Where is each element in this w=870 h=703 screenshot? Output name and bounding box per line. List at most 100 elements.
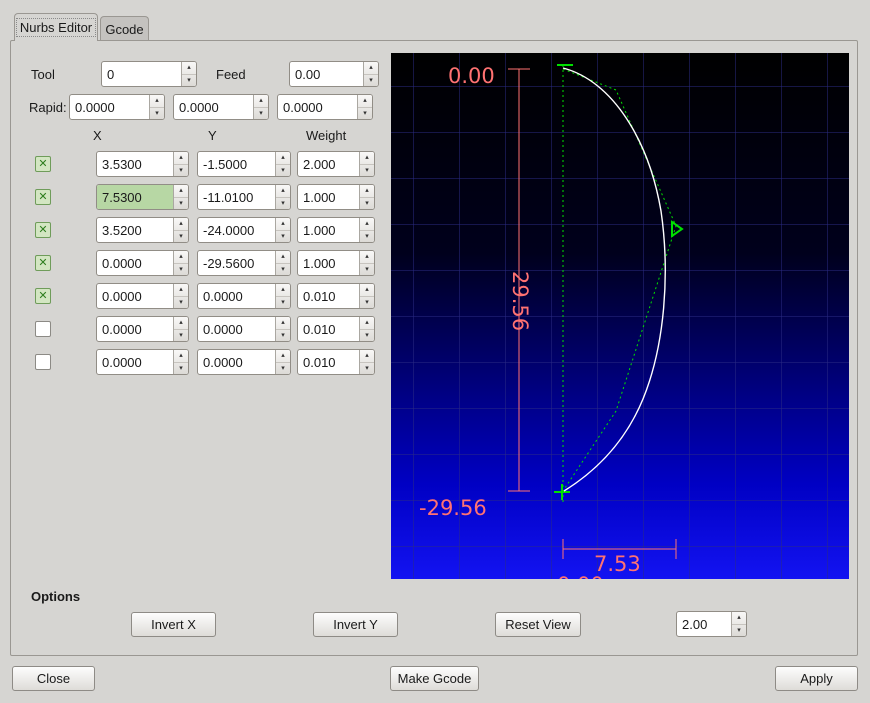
spin-up-icon[interactable]: ▴ xyxy=(174,350,188,363)
point-enable-checkbox[interactable]: ✕ xyxy=(35,321,51,337)
spin-down-icon[interactable]: ▾ xyxy=(254,108,268,120)
point-enable-checkbox[interactable]: ✕ xyxy=(35,354,51,370)
point-y-spinbox[interactable]: -11.0100 ▴ ▾ xyxy=(197,184,291,210)
spin-up-icon[interactable]: ▴ xyxy=(174,152,188,165)
spin-up-icon[interactable]: ▴ xyxy=(182,62,196,75)
point-weight-spinbox[interactable]: 0.010 ▴ ▾ xyxy=(297,349,375,375)
point-weight-value[interactable]: 1.000 xyxy=(298,251,359,275)
spin-down-icon[interactable]: ▾ xyxy=(358,108,372,120)
spin-up-icon[interactable]: ▴ xyxy=(276,284,290,297)
spin-down-icon[interactable]: ▾ xyxy=(276,198,290,210)
point-y-value[interactable]: -24.0000 xyxy=(198,218,275,242)
preview-canvas[interactable]: 0.00 29.56 -29.56 7.53 0.00 xyxy=(391,53,849,597)
spin-up-icon[interactable]: ▴ xyxy=(276,218,290,231)
point-y-value[interactable]: -11.0100 xyxy=(198,185,275,209)
spin-down-icon[interactable]: ▾ xyxy=(364,75,378,87)
point-x-spinbox[interactable]: 0.0000 ▴ ▾ xyxy=(96,316,189,342)
spin-down-icon[interactable]: ▾ xyxy=(174,198,188,210)
spin-up-icon[interactable]: ▴ xyxy=(174,185,188,198)
spin-down-icon[interactable]: ▾ xyxy=(276,363,290,375)
spin-down-icon[interactable]: ▾ xyxy=(732,625,746,637)
point-enable-checkbox[interactable]: ✕ xyxy=(35,189,51,205)
spin-up-icon[interactable]: ▴ xyxy=(174,251,188,264)
point-y-value[interactable]: -1.5000 xyxy=(198,152,275,176)
point-weight-value[interactable]: 0.010 xyxy=(298,350,359,374)
point-enable-checkbox[interactable]: ✕ xyxy=(35,288,51,304)
point-weight-value[interactable]: 0.010 xyxy=(298,284,359,308)
feed-value[interactable]: 0.00 xyxy=(290,62,363,86)
point-weight-spinbox[interactable]: 0.010 ▴ ▾ xyxy=(297,283,375,309)
spin-down-icon[interactable]: ▾ xyxy=(276,264,290,276)
invert-y-button[interactable]: Invert Y xyxy=(313,612,398,637)
close-button[interactable]: Close xyxy=(12,666,95,691)
point-y-value[interactable]: 0.0000 xyxy=(198,284,275,308)
point-weight-spinbox[interactable]: 1.000 ▴ ▾ xyxy=(297,217,375,243)
point-x-value[interactable]: 7.5300 xyxy=(97,185,173,209)
spin-down-icon[interactable]: ▾ xyxy=(174,363,188,375)
point-y-value[interactable]: -29.5600 xyxy=(198,251,275,275)
spin-up-icon[interactable]: ▴ xyxy=(276,185,290,198)
spin-up-icon[interactable]: ▴ xyxy=(360,251,374,264)
point-y-spinbox[interactable]: 0.0000 ▴ ▾ xyxy=(197,283,291,309)
spin-down-icon[interactable]: ▾ xyxy=(360,198,374,210)
spin-down-icon[interactable]: ▾ xyxy=(360,264,374,276)
point-x-value[interactable]: 0.0000 xyxy=(97,350,173,374)
point-y-spinbox[interactable]: -24.0000 ▴ ▾ xyxy=(197,217,291,243)
point-x-spinbox[interactable]: 3.5300 ▴ ▾ xyxy=(96,151,189,177)
spin-up-icon[interactable]: ▴ xyxy=(360,284,374,297)
spin-down-icon[interactable]: ▾ xyxy=(174,264,188,276)
spin-down-icon[interactable]: ▾ xyxy=(360,330,374,342)
spin-down-icon[interactable]: ▾ xyxy=(174,165,188,177)
point-weight-value[interactable]: 2.000 xyxy=(298,152,359,176)
spin-down-icon[interactable]: ▾ xyxy=(360,297,374,309)
spin-down-icon[interactable]: ▾ xyxy=(276,231,290,243)
point-weight-value[interactable]: 1.000 xyxy=(298,185,359,209)
point-weight-spinbox[interactable]: 1.000 ▴ ▾ xyxy=(297,250,375,276)
spin-up-icon[interactable]: ▴ xyxy=(360,350,374,363)
spin-down-icon[interactable]: ▾ xyxy=(276,165,290,177)
apply-button[interactable]: Apply xyxy=(775,666,858,691)
point-y-spinbox[interactable]: 0.0000 ▴ ▾ xyxy=(197,316,291,342)
point-x-spinbox[interactable]: 0.0000 ▴ ▾ xyxy=(96,250,189,276)
spin-up-icon[interactable]: ▴ xyxy=(360,152,374,165)
spin-up-icon[interactable]: ▴ xyxy=(174,284,188,297)
tab-nurbs-editor[interactable]: Nurbs Editor xyxy=(14,13,98,41)
spin-down-icon[interactable]: ▾ xyxy=(276,297,290,309)
spin-up-icon[interactable]: ▴ xyxy=(254,95,268,108)
make-gcode-button[interactable]: Make Gcode xyxy=(390,666,479,691)
spin-up-icon[interactable]: ▴ xyxy=(276,251,290,264)
scale-value[interactable]: 2.00 xyxy=(677,612,731,636)
point-enable-checkbox[interactable]: ✕ xyxy=(35,156,51,172)
spin-down-icon[interactable]: ▾ xyxy=(174,330,188,342)
point-enable-checkbox[interactable]: ✕ xyxy=(35,222,51,238)
rapid-z-spinbox[interactable]: 0.0000 ▴ ▾ xyxy=(277,94,373,120)
scale-spinbox[interactable]: 2.00 ▴ ▾ xyxy=(676,611,747,637)
point-y-spinbox[interactable]: -29.5600 ▴ ▾ xyxy=(197,250,291,276)
spin-up-icon[interactable]: ▴ xyxy=(174,317,188,330)
point-weight-value[interactable]: 1.000 xyxy=(298,218,359,242)
point-weight-spinbox[interactable]: 0.010 ▴ ▾ xyxy=(297,316,375,342)
point-x-value[interactable]: 0.0000 xyxy=(97,251,173,275)
rapid-x-spinbox[interactable]: 0.0000 ▴ ▾ xyxy=(69,94,165,120)
point-x-spinbox[interactable]: 0.0000 ▴ ▾ xyxy=(96,283,189,309)
tab-gcode[interactable]: Gcode xyxy=(100,16,149,41)
rapid-y-value[interactable]: 0.0000 xyxy=(174,95,253,119)
point-x-value[interactable]: 3.5200 xyxy=(97,218,173,242)
point-weight-spinbox[interactable]: 1.000 ▴ ▾ xyxy=(297,184,375,210)
spin-up-icon[interactable]: ▴ xyxy=(276,317,290,330)
spin-up-icon[interactable]: ▴ xyxy=(174,218,188,231)
point-x-spinbox[interactable]: 3.5200 ▴ ▾ xyxy=(96,217,189,243)
point-x-value[interactable]: 0.0000 xyxy=(97,317,173,341)
point-x-value[interactable]: 0.0000 xyxy=(97,284,173,308)
point-y-spinbox[interactable]: 0.0000 ▴ ▾ xyxy=(197,349,291,375)
point-enable-checkbox[interactable]: ✕ xyxy=(35,255,51,271)
point-x-value[interactable]: 3.5300 xyxy=(97,152,173,176)
spin-down-icon[interactable]: ▾ xyxy=(360,231,374,243)
spin-up-icon[interactable]: ▴ xyxy=(732,612,746,625)
point-weight-value[interactable]: 0.010 xyxy=(298,317,359,341)
spin-down-icon[interactable]: ▾ xyxy=(174,231,188,243)
spin-down-icon[interactable]: ▾ xyxy=(276,330,290,342)
spin-up-icon[interactable]: ▴ xyxy=(276,350,290,363)
point-y-value[interactable]: 0.0000 xyxy=(198,350,275,374)
spin-up-icon[interactable]: ▴ xyxy=(364,62,378,75)
